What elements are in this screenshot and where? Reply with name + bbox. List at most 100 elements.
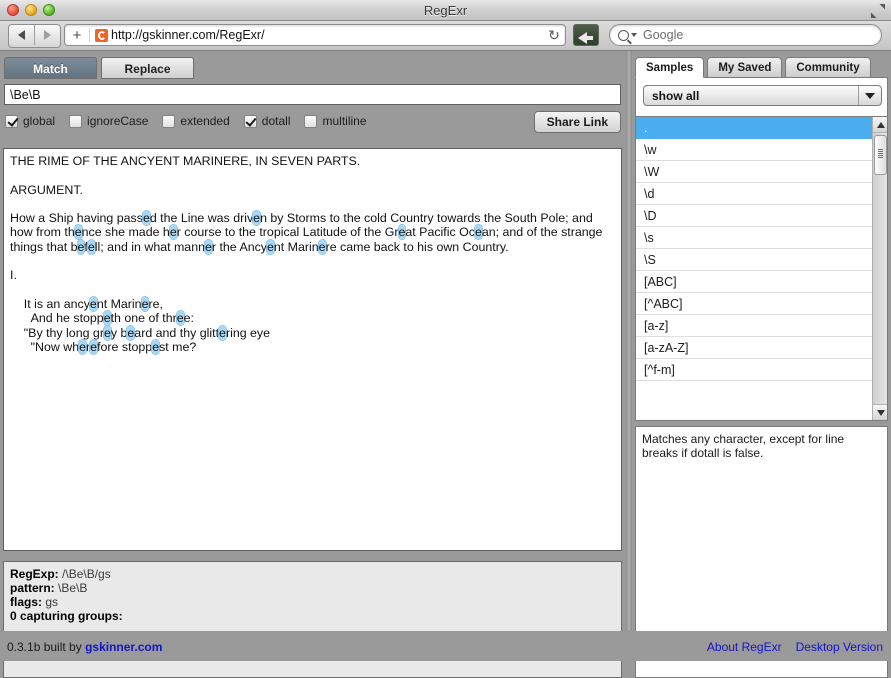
gskinner-link[interactable]: gskinner.com [85, 640, 162, 654]
footer-links: About RegExr Desktop Version [707, 640, 883, 654]
flag-ignorecase[interactable]: ignoreCase [69, 114, 148, 128]
flag-dotall-label: dotall [261, 114, 291, 128]
tab-match[interactable]: Match [4, 57, 97, 79]
flag-extended[interactable]: extended [162, 114, 230, 128]
flag-dotall[interactable]: dotall [243, 114, 291, 128]
list-item[interactable]: \W [636, 161, 872, 183]
search-magnifier-icon [618, 29, 629, 41]
reader-view-icon[interactable] [573, 24, 599, 46]
regex-match-highlight: e [267, 239, 274, 254]
regex-match-highlight: e [474, 225, 482, 240]
list-item[interactable]: [a-z] [636, 315, 872, 337]
flag-ignorecase-label: ignoreCase [87, 114, 149, 128]
regex-match-highlight: e [89, 296, 97, 311]
scrollbar-grip [878, 149, 883, 158]
version-info: 0.3.1b built by gskinner.com [7, 640, 162, 654]
nav-button-group [8, 24, 61, 48]
flag-global[interactable]: global [5, 114, 55, 128]
list-item[interactable]: \D [636, 205, 872, 227]
editor-tabs: Match Replace [4, 57, 194, 79]
tab-replace[interactable]: Replace [101, 57, 194, 79]
search-bar[interactable]: Google [609, 24, 882, 46]
window-title: RegExr [423, 3, 468, 18]
regex-match-highlight: e [90, 339, 98, 354]
regex-match-highlight: e [87, 239, 95, 254]
regex-match-highlight: e [169, 225, 177, 240]
list-item[interactable]: [a-zA-Z] [636, 337, 872, 359]
list-item[interactable]: . [636, 117, 872, 139]
window-titlebar: RegExr [0, 0, 891, 21]
chevron-down-icon[interactable] [858, 86, 881, 105]
fullscreen-expand-icon[interactable] [870, 3, 886, 19]
regex-match-highlight: e [318, 239, 326, 254]
samples-list-items: . \w \W \d \D \s \S [ABC] [^ABC] [a-z] [a-zA-Z] [^f… [636, 117, 872, 381]
new-tab-button[interactable]: + [65, 28, 89, 43]
samples-list[interactable]: . \w \W \d \D \s \S [ABC] [^ABC] [a-z] [a-zA-Z] [^f… [635, 116, 888, 421]
result-flags-row: flags: gs [10, 595, 615, 609]
address-bar[interactable]: + http://gskinner.com/RegExr/ ↻ [64, 24, 566, 46]
share-link-button[interactable]: Share Link [533, 111, 621, 133]
desktop-version-link[interactable]: Desktop Version [796, 640, 883, 654]
samples-scrollbar[interactable] [872, 117, 887, 420]
checkbox-global[interactable] [5, 114, 18, 128]
result-groups-label: 0 capturing groups: [10, 609, 123, 623]
search-engine-chevron-icon[interactable] [631, 33, 637, 37]
scroll-down-arrow-icon[interactable] [873, 404, 887, 420]
regex-match-highlight: e [127, 325, 135, 340]
regex-match-highlight: e [141, 296, 149, 311]
flag-global-label: global [23, 114, 56, 128]
result-flags-value: gs [45, 595, 59, 609]
regex-match-highlight: e [79, 339, 87, 354]
list-item[interactable]: \s [636, 227, 872, 249]
result-pattern-row: pattern: \Be\B [10, 581, 615, 595]
show-all-dropdown-value: show all [652, 88, 700, 103]
list-item[interactable]: [^f-m] [636, 359, 872, 381]
version-text: 0.3.1b built by [7, 640, 86, 654]
tab-samples[interactable]: Samples [635, 57, 705, 78]
library-tabs: Samples My Saved Community [635, 57, 871, 78]
back-arrow-icon[interactable] [9, 25, 34, 45]
regex-match-highlight: e [142, 211, 150, 226]
regex-match-highlight: e [77, 239, 85, 254]
regex-match-highlight: e [204, 239, 212, 254]
flag-multiline[interactable]: multiline [304, 114, 367, 128]
search-input[interactable]: Google [643, 28, 683, 42]
flags-row: global ignoreCase extended dotall multil… [5, 114, 377, 128]
list-item[interactable]: \d [636, 183, 872, 205]
flag-multiline-label: multiline [322, 114, 367, 128]
regex-match-highlight: e [103, 325, 111, 340]
checkbox-multiline[interactable] [304, 114, 318, 128]
source-text-content[interactable]: THE RIME OF THE ANCYENT MARINERE, IN SEV… [4, 149, 621, 359]
regex-match-highlight: e [253, 211, 261, 226]
list-item[interactable]: [ABC] [636, 271, 872, 293]
result-flags-label: flags: [10, 595, 43, 609]
result-groups-row: 0 capturing groups: [10, 609, 615, 623]
editor-panel: Match Replace \Be\B global ignoreCase ex… [0, 51, 628, 678]
forward-arrow-icon[interactable] [34, 25, 60, 45]
list-item[interactable]: \S [636, 249, 872, 271]
regexr-window: RegExr + http://gskinner.com/RegExr/ ↻ G… [0, 0, 891, 678]
app-footer: 0.3.1b built by gskinner.com About RegEx… [0, 631, 891, 661]
result-pattern-value: \Be\B [58, 581, 88, 595]
regex-match-highlight: e [152, 339, 160, 354]
scroll-up-arrow-icon[interactable] [873, 117, 887, 133]
regex-match-highlight: e [398, 225, 406, 240]
show-all-dropdown[interactable]: show all [643, 85, 882, 106]
list-item[interactable]: \w [636, 139, 872, 161]
library-panel: Samples My Saved Community show all . \w \… [632, 51, 891, 678]
scrollbar-thumb[interactable] [874, 135, 887, 175]
checkbox-extended[interactable] [162, 114, 176, 128]
result-regexp-value: /\Be\B/gs [62, 567, 111, 581]
list-item[interactable]: [^ABC] [636, 293, 872, 315]
tab-community[interactable]: Community [785, 57, 871, 78]
source-text-area[interactable]: THE RIME OF THE ANCYENT MARINERE, IN SEV… [3, 148, 622, 551]
about-regexr-link[interactable]: About RegExr [707, 640, 782, 654]
regex-pattern-input[interactable]: \Be\B [4, 84, 621, 105]
checkbox-ignorecase[interactable] [69, 114, 83, 128]
checkbox-dotall[interactable] [243, 114, 257, 128]
reload-icon[interactable]: ↻ [543, 27, 565, 44]
result-regexp-row: RegExp: /\Be\B/gs [10, 567, 615, 581]
tab-my-saved[interactable]: My Saved [707, 57, 783, 78]
regex-match-highlight: e [219, 325, 226, 340]
url-text[interactable]: http://gskinner.com/RegExr/ [111, 28, 543, 42]
